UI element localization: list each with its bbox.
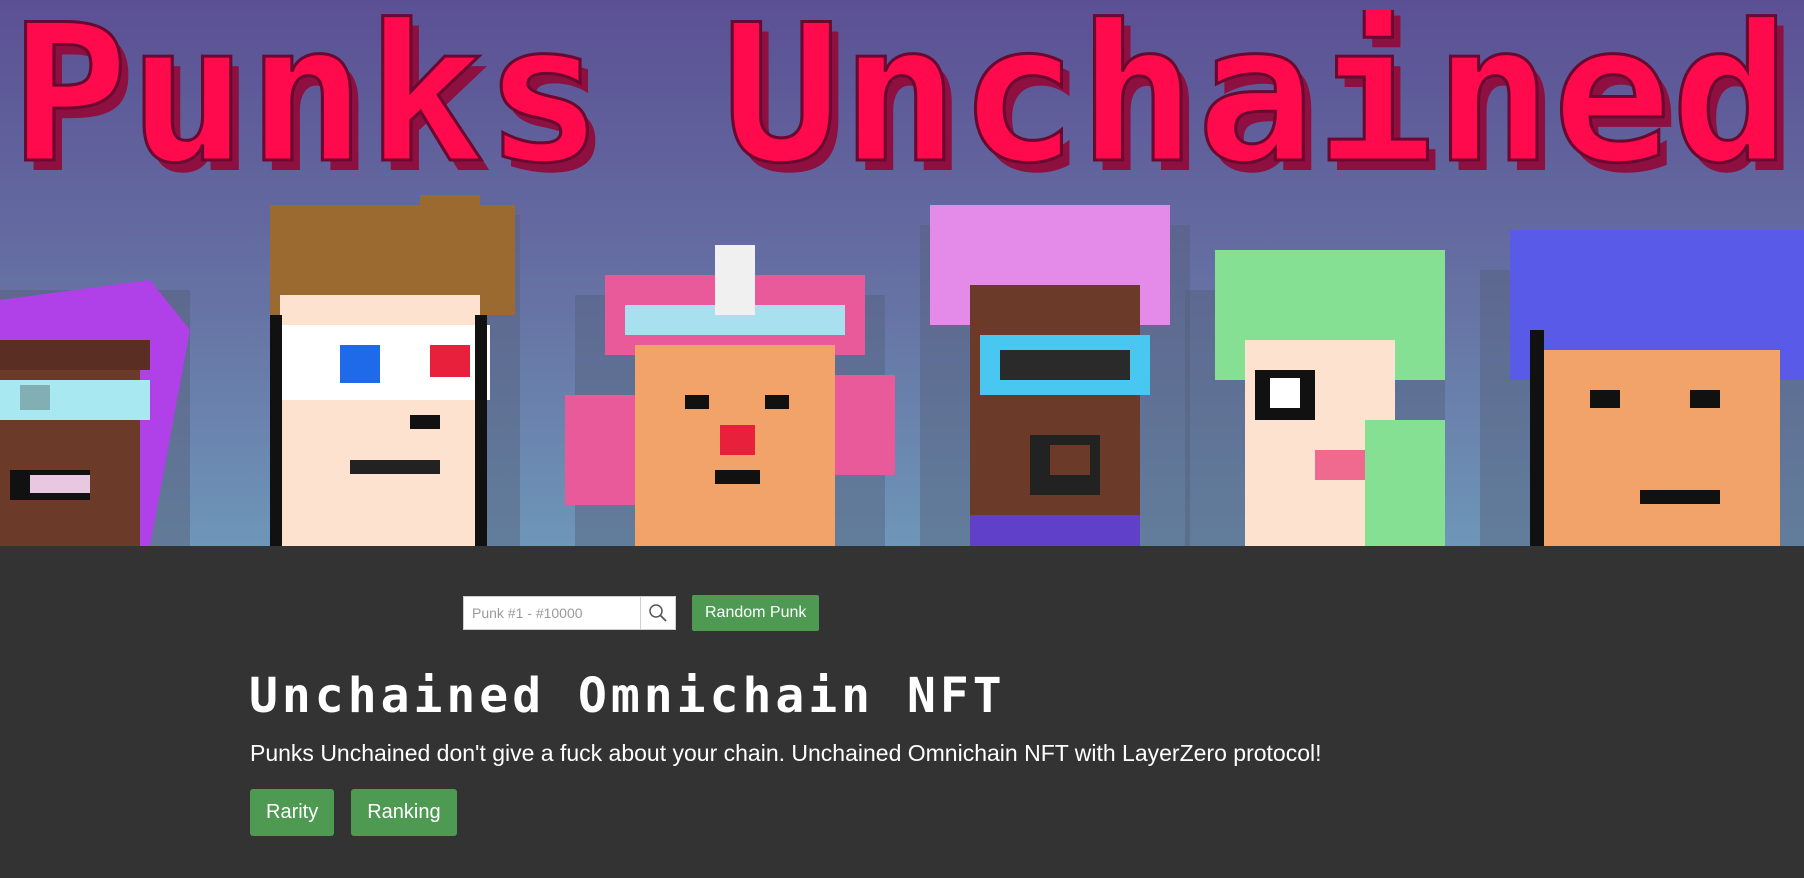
rarity-button[interactable]: Rarity [250,789,335,836]
search-box [463,596,676,630]
page-description: Punks Unchained don't give a fuck about … [250,740,1322,766]
punk-search-input[interactable] [464,597,640,629]
random-punk-button[interactable]: Random Punk [692,595,820,631]
punk-avatar [920,205,1190,546]
punk-avatar [565,245,895,546]
hero-banner: Punks Unchained Punks Unchained [0,0,1804,546]
search-button[interactable] [640,597,675,629]
action-buttons: Rarity Ranking [250,789,457,836]
hero-logo: Punks Unchained Punks Unchained [9,0,1804,215]
ranking-button[interactable]: Ranking [351,789,457,836]
hero-logo-text: Punks Unchained [10,10,1790,200]
search-bar: Random Punk [463,595,820,631]
punk-avatar [1480,230,1804,546]
search-icon [649,604,667,622]
punk-avatar [270,195,520,546]
punk-avatar [0,280,190,546]
hero-logo-art: Punks Unchained Punks Unchained [9,0,1799,215]
page-title: Unchained Omnichain NFT [249,668,1006,724]
punk-avatar [1185,250,1445,546]
